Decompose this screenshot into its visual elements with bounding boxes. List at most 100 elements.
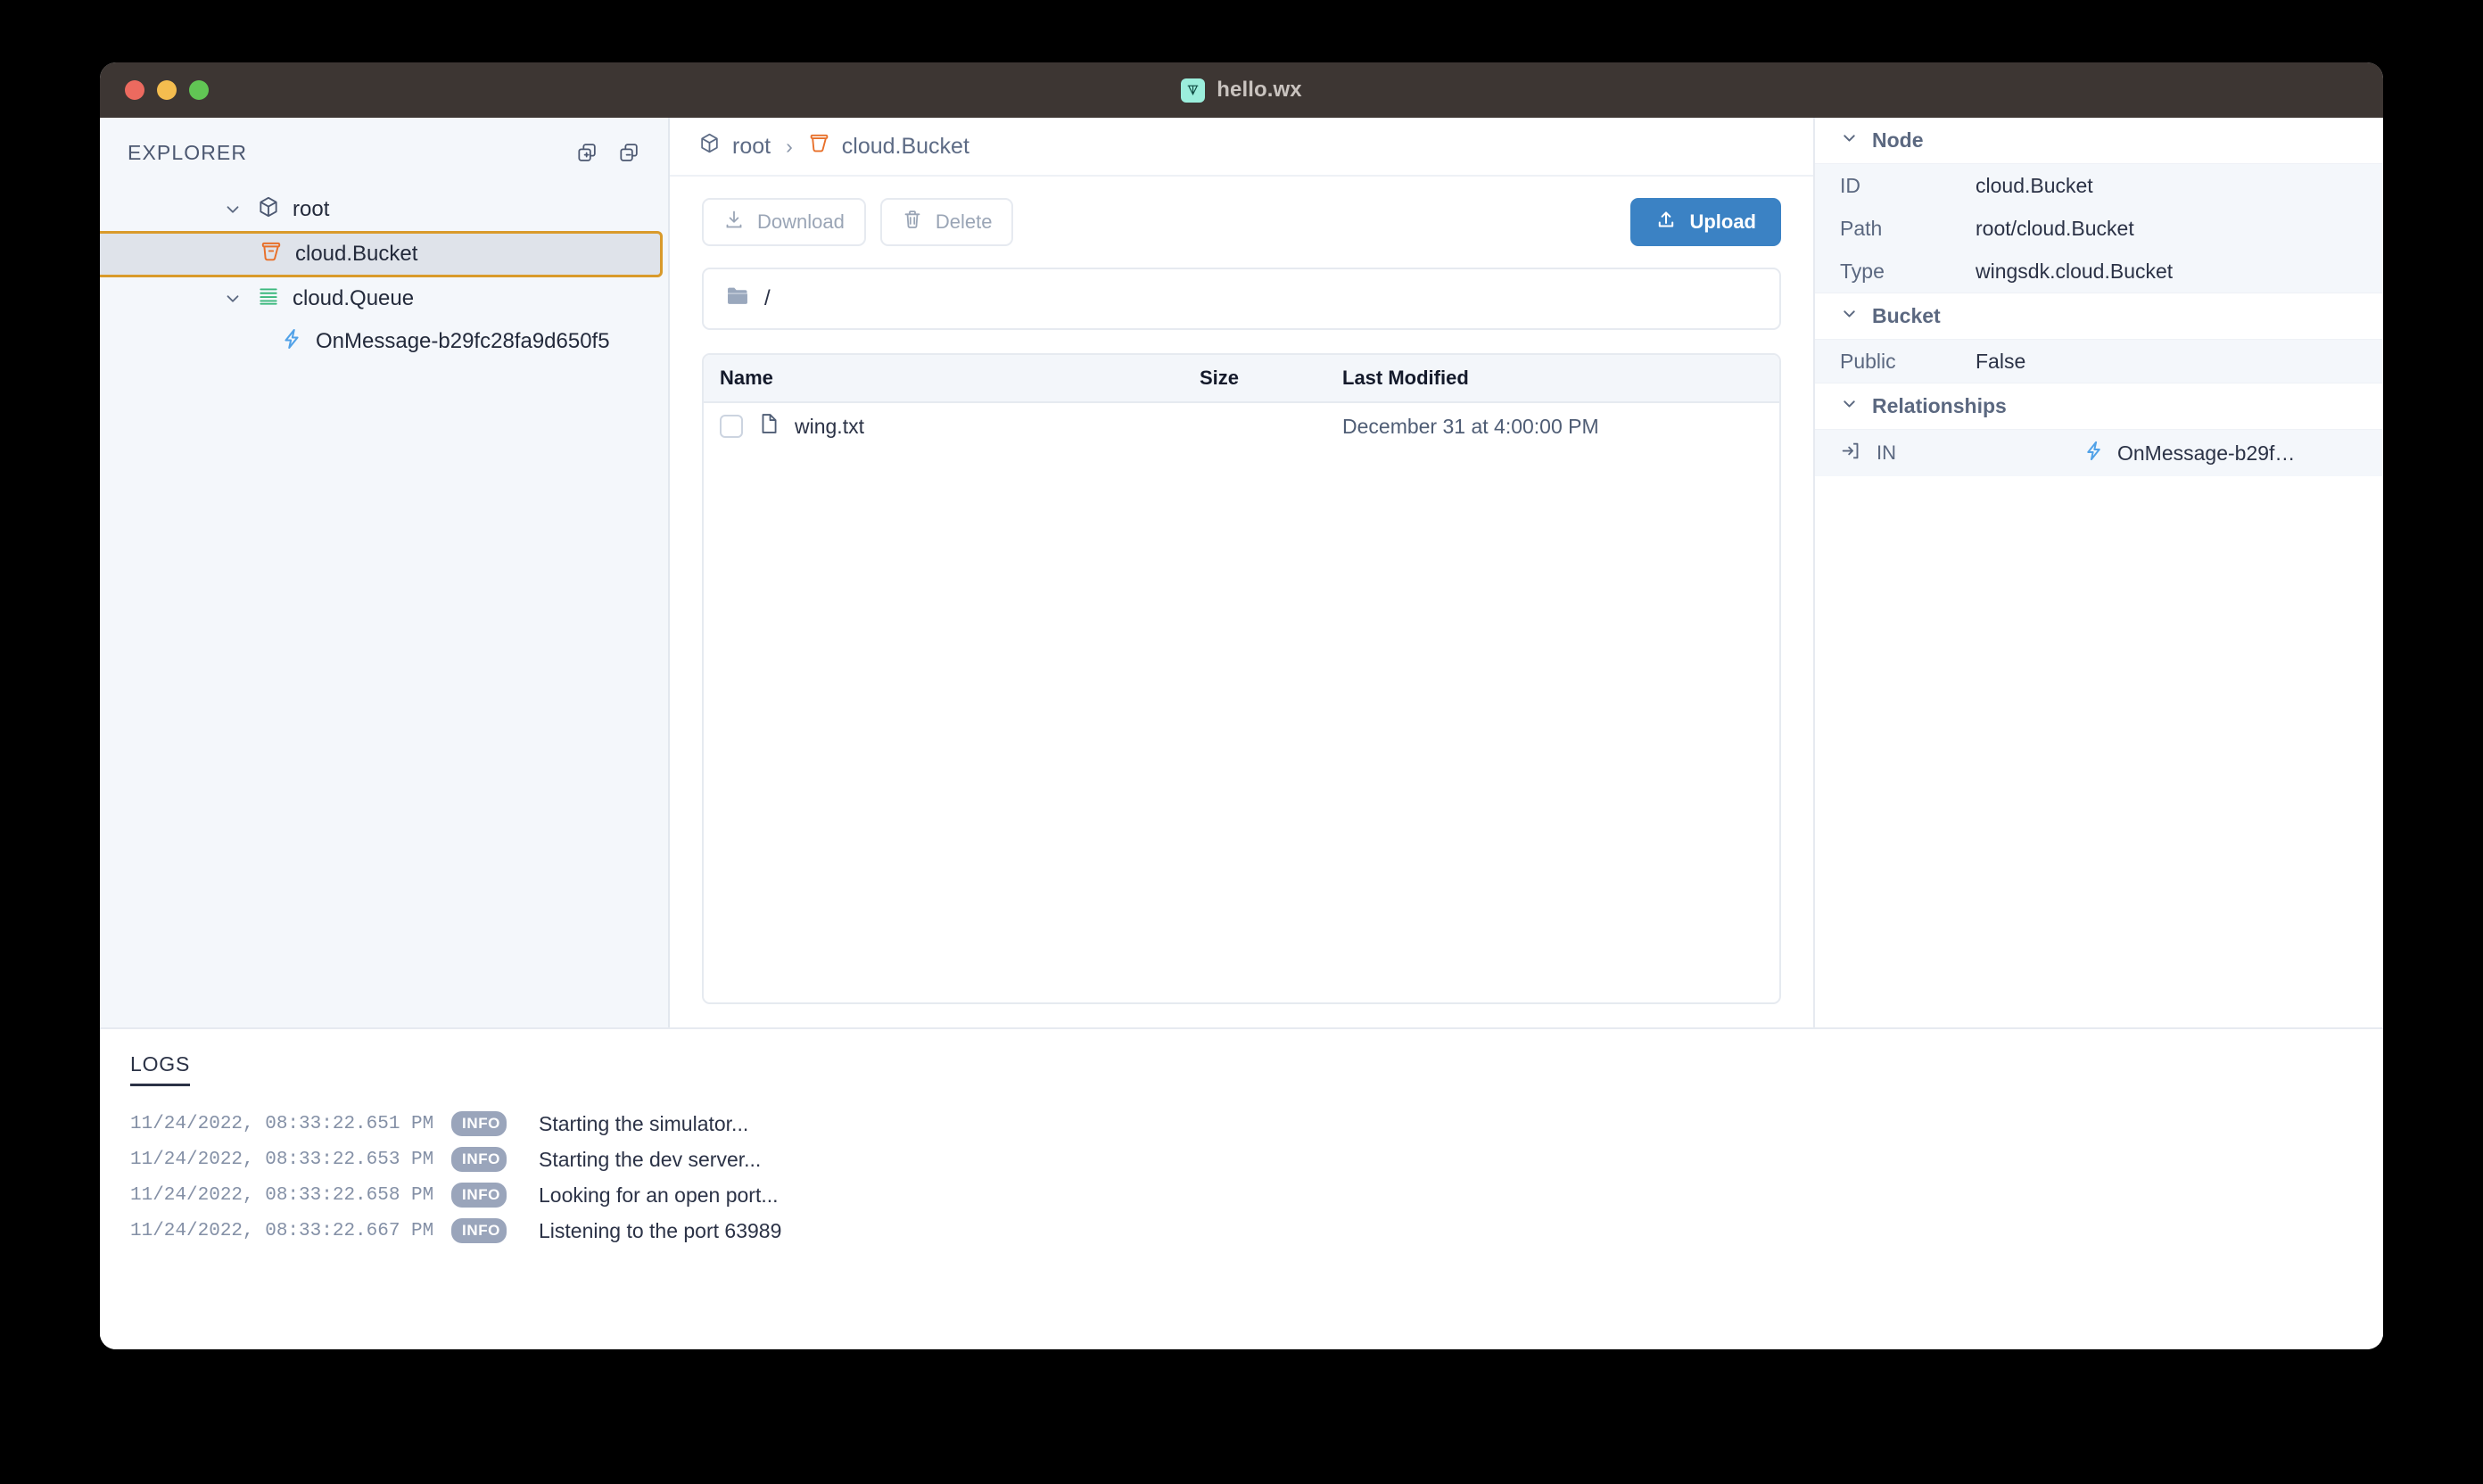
delete-button[interactable]: Delete	[879, 198, 1014, 246]
resource-tree: root cloud.Bucket cloud.Queue OnMessage-…	[100, 183, 668, 363]
tree-item-label: root	[293, 197, 330, 221]
property-row: Type wingsdk.cloud.Bucket	[1815, 250, 2383, 293]
file-select-checkbox[interactable]	[720, 415, 743, 438]
tree-item-cloud-queue[interactable]: cloud.Queue	[100, 277, 668, 320]
explorer-title: EXPLORER	[128, 141, 248, 164]
bucket-toolbar: Download Delete Upload	[702, 198, 1781, 246]
log-level-badge: INFO	[451, 1111, 507, 1136]
chevron-down-icon[interactable]	[1840, 128, 1859, 153]
bucket-icon	[808, 132, 830, 161]
download-label: Download	[757, 210, 845, 233]
property-row: ID cloud.Bucket	[1815, 164, 2383, 207]
upload-label: Upload	[1689, 210, 1756, 233]
property-value: cloud.Bucket	[1976, 173, 2093, 197]
log-timestamp: 11/24/2022, 08:33:22.658 PM	[130, 1184, 434, 1206]
chevron-down-icon[interactable]	[1840, 304, 1859, 328]
inspector-section-relationships[interactable]: Relationships	[1815, 383, 2383, 430]
file-name: wing.txt	[795, 414, 864, 438]
relationship-row[interactable]: IN OnMessage-b29f…	[1815, 430, 2383, 476]
upload-button[interactable]: Upload	[1630, 198, 1781, 246]
breadcrumb-item-root[interactable]: root	[698, 132, 771, 161]
log-entry: 11/24/2022, 08:33:22.651 PM INFO Startin…	[130, 1106, 2353, 1142]
expand-all-icon[interactable]	[576, 142, 598, 164]
file-name-cell: wing.txt	[704, 412, 1200, 441]
tree-item-cloud-bucket[interactable]: cloud.Bucket	[100, 231, 663, 277]
property-row: Path root/cloud.Bucket	[1815, 207, 2383, 250]
maximize-window-button[interactable]	[189, 80, 209, 100]
window-title: hello.wx	[1217, 78, 1302, 102]
wing-logo-icon	[1181, 78, 1206, 103]
download-button[interactable]: Download	[702, 198, 866, 246]
breadcrumb-label: root	[732, 133, 771, 159]
log-message: Starting the dev server...	[539, 1147, 762, 1171]
log-level-badge: INFO	[451, 1218, 507, 1243]
path-input[interactable]: /	[702, 268, 1781, 330]
download-icon	[723, 209, 745, 235]
collapse-all-icon[interactable]	[618, 142, 640, 164]
window-title-group: hello.wx	[100, 78, 2383, 103]
tree-item-label: cloud.Bucket	[295, 242, 418, 266]
log-timestamp: 11/24/2022, 08:33:22.667 PM	[130, 1220, 434, 1241]
close-window-button[interactable]	[125, 80, 144, 100]
breadcrumb: root › cloud.Bucket	[670, 118, 1813, 177]
delete-label: Delete	[935, 210, 993, 233]
tree-item-label: cloud.Queue	[293, 286, 415, 310]
file-last-modified: December 31 at 4:00:00 PM	[1342, 414, 1599, 438]
log-message: Listening to the port 63989	[539, 1218, 782, 1242]
column-header-last-modified[interactable]: Last Modified	[1342, 367, 1779, 390]
trash-icon	[902, 209, 923, 235]
inspector-section-bucket[interactable]: Bucket	[1815, 293, 2383, 340]
title-bar: hello.wx	[100, 62, 2383, 118]
log-level-badge: INFO	[451, 1183, 507, 1208]
relationship-target-label: OnMessage-b29f…	[2117, 441, 2296, 465]
log-timestamp: 11/24/2022, 08:33:22.651 PM	[130, 1113, 434, 1134]
chevron-down-icon[interactable]	[1840, 394, 1859, 418]
tree-item-label: OnMessage-b29fc28fa9d650f5	[316, 329, 610, 353]
property-key: ID	[1840, 173, 1860, 197]
relationship-target[interactable]: OnMessage-b29f…	[2083, 440, 2295, 467]
property-key: Public	[1840, 349, 1896, 373]
chevron-down-icon[interactable]	[223, 289, 243, 309]
minimize-window-button[interactable]	[157, 80, 177, 100]
logs-title: LOGS	[130, 1052, 191, 1086]
property-value: wingsdk.cloud.Bucket	[1976, 259, 2174, 283]
upload-icon	[1655, 209, 1677, 235]
log-entry: 11/24/2022, 08:33:22.653 PM INFO Startin…	[130, 1142, 2353, 1177]
inspector-section-node[interactable]: Node	[1815, 118, 2383, 164]
log-message: Looking for an open port...	[539, 1183, 779, 1207]
breadcrumb-separator: ›	[786, 134, 793, 158]
file-list-header: Name Size Last Modified	[704, 355, 1779, 403]
bucket-icon	[260, 240, 283, 269]
node-properties: ID cloud.Bucket Path root/cloud.Bucket T…	[1815, 164, 2383, 293]
bucket-properties: Public False	[1815, 340, 2383, 383]
tree-item-onmessage[interactable]: OnMessage-b29fc28fa9d650f5	[100, 320, 668, 363]
property-key: Path	[1840, 216, 1883, 240]
column-header-name[interactable]: Name	[704, 367, 1200, 390]
breadcrumb-item-cloud-bucket[interactable]: cloud.Bucket	[808, 132, 969, 161]
relationship-direction-label: IN	[1877, 441, 1896, 464]
section-title: Bucket	[1872, 304, 1941, 327]
log-entry: 11/24/2022, 08:33:22.658 PM INFO Looking…	[130, 1177, 2353, 1213]
path-value: /	[764, 286, 771, 310]
cube-icon	[698, 132, 721, 161]
column-header-size[interactable]: Size	[1200, 367, 1342, 390]
section-title: Relationships	[1872, 394, 2007, 417]
function-icon	[280, 327, 303, 357]
property-value: False	[1976, 349, 2026, 373]
bucket-view: Download Delete Upload / Name Size Last …	[670, 177, 1813, 1027]
traffic-lights	[125, 80, 209, 100]
function-icon	[2083, 440, 2105, 467]
center-panel: root › cloud.Bucket Download Delete Uplo…	[670, 118, 1813, 1027]
explorer-header: EXPLORER	[100, 118, 668, 183]
tree-item-root[interactable]: root	[100, 188, 668, 231]
queue-icon	[257, 284, 280, 314]
log-level-badge: INFO	[451, 1147, 507, 1172]
chevron-down-icon[interactable]	[223, 200, 243, 219]
explorer-actions	[576, 142, 640, 164]
logs-list: 11/24/2022, 08:33:22.651 PM INFO Startin…	[130, 1106, 2353, 1249]
property-value: root/cloud.Bucket	[1976, 216, 2134, 240]
inspector-panel: Node ID cloud.Bucket Path root/cloud.Buc…	[1813, 118, 2383, 1027]
file-row[interactable]: wing.txt December 31 at 4:00:00 PM	[704, 403, 1779, 449]
property-row: Public False	[1815, 340, 2383, 383]
relationship-direction: IN	[1815, 440, 2083, 467]
